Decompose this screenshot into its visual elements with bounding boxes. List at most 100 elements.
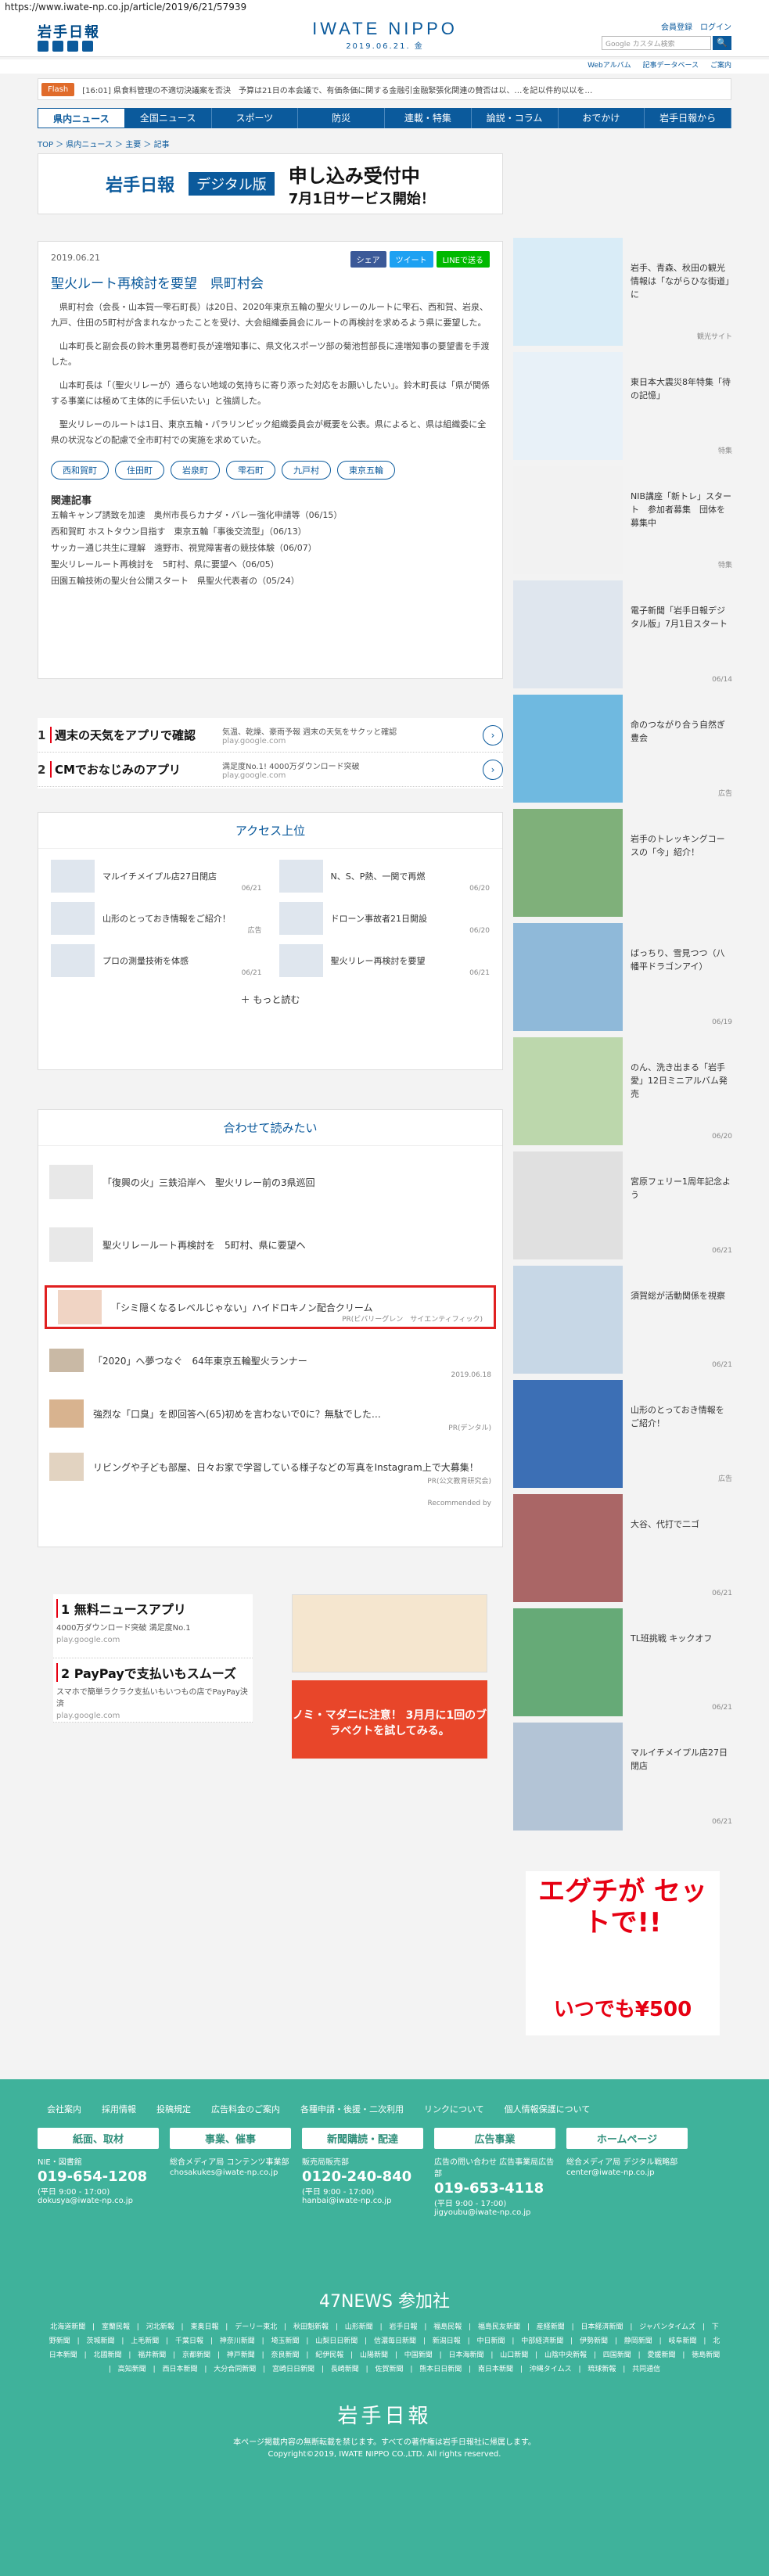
burger-ad-price: いつでも¥500 [553, 1998, 692, 2021]
footer-link[interactable]: 各種申請・後援・二次利用 [300, 2103, 404, 2115]
thumbnail [513, 695, 623, 803]
ad-item[interactable]: 1 無料ニュースアプリ 4000万ダウンロード突破 満足度No.1 play.goo… [53, 1594, 253, 1658]
mail-link[interactable]: hanbai@iwate-np.co.jp [302, 2197, 423, 2205]
sidebar-item[interactable]: 岩手のトレッキングコースの「今」紹介！ [513, 809, 732, 923]
contact-column: 広告事業 広告の問い合わせ 広告事業局広告部 019-653-4118 (平日 9:0… [434, 2128, 555, 2217]
sidebar-item[interactable]: 大谷、代打で二ゴ 06/21 [513, 1494, 732, 1608]
tag[interactable]: 東京五輪 [337, 461, 395, 480]
access-item[interactable]: プロの測量技術を体感 06/21 [51, 940, 262, 982]
sidebar-item[interactable]: マルイチメイプル店27日閉店 06/21 [513, 1723, 732, 1837]
related-item[interactable]: 田園五輪技術の聖火台公開スタート 県聖火代表者の（05/24） [51, 573, 490, 589]
footer-contact-columns: 紙面、取材 NIE・図書館 019-654-1208 (平日 9:00 - 17:00… [0, 2115, 769, 2217]
sidebar-item[interactable]: NIB講座「新トレ」スタート 参加者募集 団体を募集中 特集 [513, 466, 732, 580]
nav-series[interactable]: 連載・特集 [385, 108, 472, 128]
line-icon[interactable] [67, 41, 78, 52]
mail-link[interactable]: jigyoubu@iwate-np.co.jp [434, 2208, 555, 2217]
center-logo[interactable]: IWATE NIPPO 2019.06.21. 金 [307, 19, 463, 51]
nav-disaster[interactable]: 防災 [298, 108, 385, 128]
access-item[interactable]: 聖火リレー再検討を要望 06/21 [278, 940, 490, 982]
twitter-icon[interactable] [38, 41, 49, 52]
sidebar-item[interactable]: 岩手、青森、秋田の観光情報は「ながらひな街道」に 観光サイト [513, 238, 732, 352]
nav-sports[interactable]: スポーツ [212, 108, 299, 128]
recommended-item[interactable]: 聖火リレールート再検討を 5町村、県に要望へ [38, 1223, 502, 1266]
related-item[interactable]: 聖火リレールート再検討を 5町村、県に要望へ（06/05） [51, 556, 490, 573]
related-item[interactable]: 西和賀町 ホストタウン目指す 東京五輪「事後交流型」（06/13） [51, 523, 490, 540]
burger-ad[interactable]: エグチが セットで!! いつでも¥500 [526, 1871, 720, 2035]
sidebar-item[interactable]: 東日本大震災8年特集「待の記憶」 特集 [513, 352, 732, 466]
facebook-icon[interactable] [52, 41, 63, 52]
nav-outing[interactable]: おでかけ [559, 108, 645, 128]
news47-list[interactable]: 北海道新聞 | 室蘭民報 | 河北新報 | 東奥日報 | デーリー東北 | 秋田… [49, 2320, 721, 2377]
tag[interactable]: 岩泉町 [171, 461, 220, 480]
tag[interactable]: 雫石町 [226, 461, 275, 480]
recommended-item[interactable]: 「2020」へ夢つなぐ 64年東京五輪聖火ランナー 2019.06.18 [38, 1338, 502, 1382]
chevron-right-icon[interactable]: › [483, 759, 503, 780]
sidebar-item[interactable]: TL班挑戦 キックオフ 06/21 [513, 1608, 732, 1723]
footer-link[interactable]: 会社案内 [47, 2103, 81, 2115]
footer-link[interactable]: 広告料金のご案内 [211, 2103, 280, 2115]
register-link[interactable]: 会員登録 [661, 20, 692, 32]
mail-link[interactable]: center@iwate-np.co.jp [566, 2168, 688, 2177]
ad-row[interactable]: 1 週末の天気をアプリで確認 気温、乾燥、豪雨予報 週末の天気をサクッと確認 pl… [38, 718, 503, 753]
pet-medicine-ad[interactable]: ノミ・マダニに注意！ 3月月に1回のブラベクトを試してみる。 [292, 1680, 487, 1759]
url-bar[interactable]: https://www.iwate-np.co.jp/article/2019/… [0, 0, 769, 14]
line-share-button[interactable]: LINEで送る [436, 251, 490, 268]
sidebar-item[interactable]: ばっちり、雪見つつ（八幡平ドラゴンアイ） 06/19 [513, 923, 732, 1037]
contact-column: 紙面、取材 NIE・図書館 019-654-1208 (平日 9:00 - 17:00… [38, 2128, 159, 2217]
related-item[interactable]: 五輪キャンプ誘致を加速 奥州市長らカナダ・バレー強化申請等（06/15） [51, 507, 490, 523]
mail-link[interactable]: dokusya@iwate-np.co.jp [38, 2197, 159, 2205]
tag[interactable]: 九戸村 [282, 461, 331, 480]
related-heading: 関連記事 [51, 495, 92, 507]
sidebar-item[interactable]: のん、洗き出まる「岩手愛」12日ミニアルバム発売 06/20 [513, 1037, 732, 1151]
sidebar-item[interactable]: 須賀総が活動関係を視察 06/21 [513, 1266, 732, 1380]
ad-title[interactable]: CMでおなじみのアプリ [50, 761, 222, 778]
access-item[interactable]: 山形のとっておき情報をご紹介！ 広告 [51, 897, 262, 940]
access-item[interactable]: マルイチメイプル店27日閉店 06/21 [51, 855, 262, 897]
sidebar-item[interactable]: 宮原フェリー1周年記念よう 06/21 [513, 1151, 732, 1266]
ad-title[interactable]: 週末の天気をアプリで確認 [50, 727, 222, 743]
footer-link[interactable]: 投稿規定 [156, 2103, 191, 2115]
recommended-item-highlighted[interactable]: 「シミ隠くなるレベルじゃない」ハイドロキノン配合クリーム PR(ビバリーグレン サ… [45, 1285, 496, 1329]
login-link[interactable]: ログイン [700, 20, 731, 32]
ad-item[interactable]: 2 PayPayで支払いもスムーズ スマホで簡単ラクラク支払いもいつもの店でPay… [53, 1658, 253, 1723]
nav-column[interactable]: 論説・コラム [472, 108, 559, 128]
footer-link[interactable]: 採用情報 [102, 2103, 136, 2115]
breadcrumb[interactable]: TOP ＞ 県内ニュース ＞ 主要 ＞ 記事 [38, 138, 170, 149]
site-logo[interactable]: 岩手日報 [38, 21, 100, 41]
subnav-album[interactable]: Webアルバム [588, 62, 631, 70]
access-item[interactable]: ドローン事故者21日開設 06/20 [278, 897, 490, 940]
tag[interactable]: 住田町 [115, 461, 164, 480]
nav-from-nippo[interactable]: 岩手日報から [645, 108, 731, 128]
sidebar-item[interactable]: 電子新聞「岩手日報デジタル版」7月1日スタート 06/14 [513, 580, 732, 695]
recommended-item[interactable]: 「復興の火」三鉄沿岸へ 聖火リレー前の3県巡回 [38, 1160, 502, 1204]
subnav-guide[interactable]: ご案内 [710, 62, 731, 70]
comic-ad[interactable] [292, 1594, 487, 1672]
flash-text[interactable]: [16:01] 県食料管理の不適切決議案を否決 予算は21日の本会議で、有価条価… [82, 84, 592, 95]
chevron-right-icon[interactable]: › [483, 724, 503, 745]
search-input[interactable]: Google カスタム検索 [602, 36, 711, 50]
sidebar-item[interactable]: 命のつながり合う自然ぎ豊会 広告 [513, 695, 732, 809]
subnav-database[interactable]: 記事データベース [643, 62, 699, 70]
tweet-button[interactable]: ツイート [389, 251, 433, 268]
access-item[interactable]: N、S、P熱、一関で再燃 06/20 [278, 855, 490, 897]
recommended-item[interactable]: 強烈な「口臭」を即回答へ(65)初めを言わないで0に？無駄でした… PR(デンタル… [38, 1392, 502, 1435]
facebook-share-button[interactable]: シェア [350, 251, 386, 268]
digital-banner[interactable]: 岩手日報 デジタル版 申し込み受付中 7月1日サービス開始！ [38, 153, 503, 214]
footer-link[interactable]: 個人情報保護について [505, 2103, 591, 2115]
search-button[interactable]: 🔍 [713, 36, 731, 50]
related-item[interactable]: サッカー通じ共生に理解 遠野市、視覚障害者の競技体験（06/07） [51, 540, 490, 556]
read-more-button[interactable]: ＋ もっと読む [38, 993, 502, 1006]
footer-logo[interactable]: 岩手日報 [0, 2400, 769, 2429]
footer-link[interactable]: リンクについて [424, 2103, 484, 2115]
instagram-icon[interactable] [82, 41, 93, 52]
recommended-by[interactable]: Recommended by [38, 1489, 502, 1507]
nav-prefecture-news[interactable]: 県内ニュース [38, 108, 125, 128]
tag-list: 西和賀町 住田町 岩泉町 雫石町 九戸村 東京五輪 [51, 461, 490, 480]
news47-heading: 47NEWS 参加社 [318, 2292, 451, 2312]
mail-link[interactable]: chosakukes@iwate-np.co.jp [170, 2168, 291, 2177]
recommended-item[interactable]: リビングや子ども部屋、日々お家で学習している様子などの写真をInstagram上… [38, 1445, 502, 1489]
nav-national-news[interactable]: 全国ニュース [125, 108, 212, 128]
tag[interactable]: 西和賀町 [51, 461, 109, 480]
sidebar-item[interactable]: 山形のとっておき情報をご紹介！ 広告 [513, 1380, 732, 1494]
ad-row[interactable]: 2 CMでおなじみのアプリ 満足度No.1! 4000万ダウンロード突破 play… [38, 753, 503, 787]
